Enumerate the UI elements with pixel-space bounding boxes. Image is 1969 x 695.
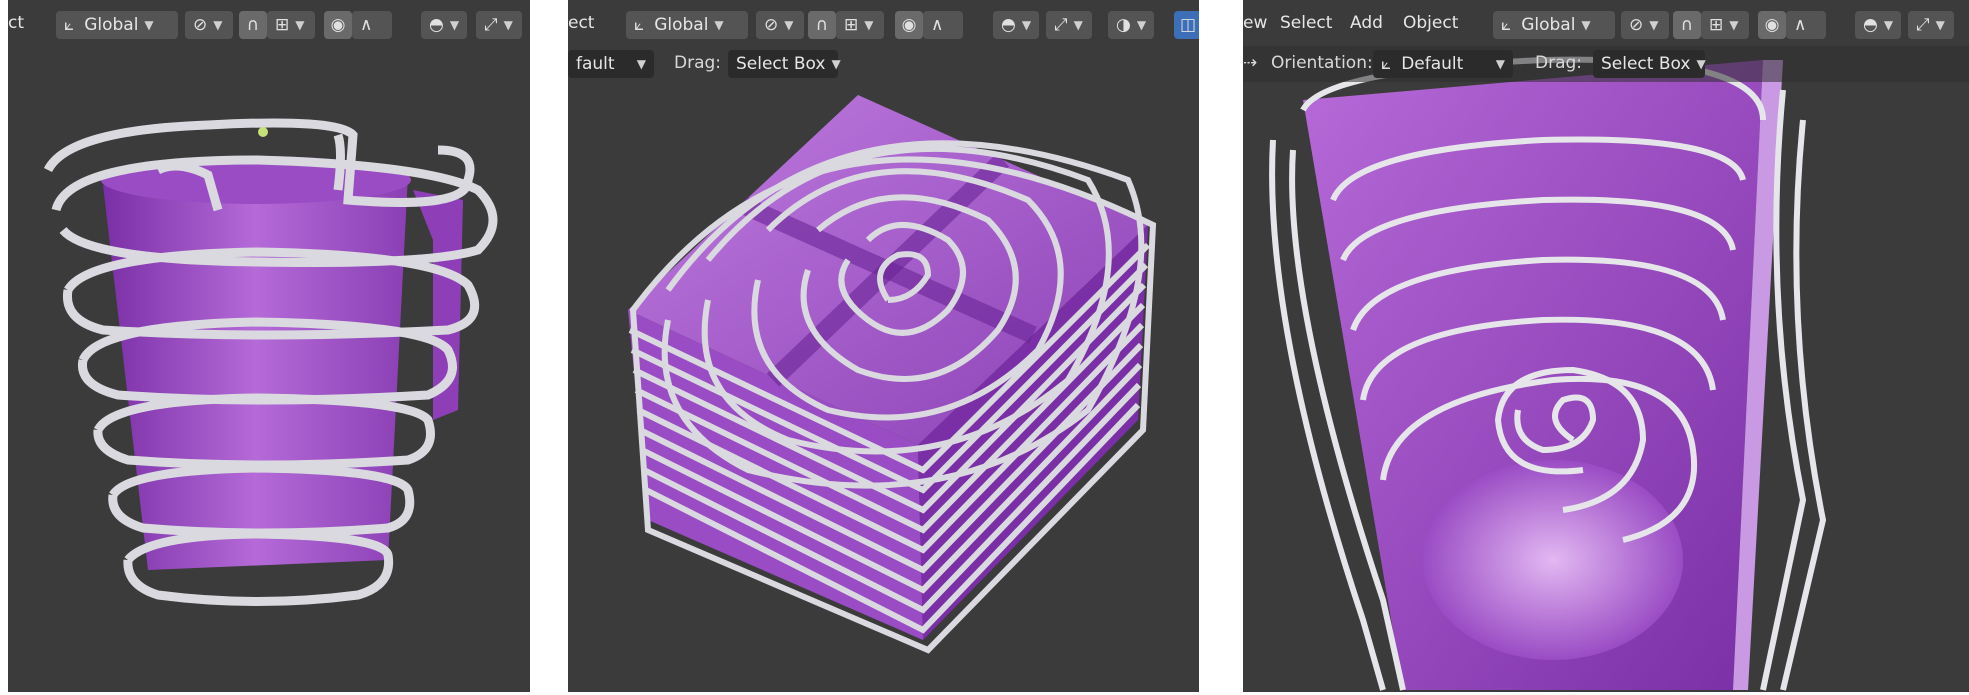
overlay-icon: ◑ [1116,14,1131,35]
snap-increment-icon: ⊞ [1709,14,1724,35]
snap-increment-dropdown[interactable]: ⊞ ▼ [1701,11,1749,39]
snap-toggle[interactable]: ∩ [239,11,267,39]
visibility-icon: ◓ [429,14,444,35]
viewport-panel-1[interactable]: ct ⟀ Global ▼ ⊘ ▼ ∩ ⊞ ▼ ◉ ∧ ◓ ▼ ⤢ ▼ [8,0,530,692]
gizmo-icon: ⤢ [1916,14,1930,35]
funnel-bump [1423,460,1683,660]
transform-orientation-icon: ⟀ [1501,14,1512,35]
proportional-edit-toggle[interactable]: ◉ [895,11,923,39]
menu-object[interactable]: Object [1403,13,1458,33]
link-icon: ⊘ [193,14,208,35]
visibility-dropdown[interactable]: ◓ ▼ [421,11,467,39]
transform-orientation-icon: ⟀ [1381,53,1392,74]
gizmo-icon: ⤢ [1054,14,1068,35]
funnel-scene [1269,56,1827,691]
chevron-down-icon: ▼ [784,18,794,32]
falloff-dropdown[interactable]: ∧ [352,11,392,39]
chevron-down-icon: ▼ [1073,18,1083,32]
chevron-down-icon: ▼ [144,18,154,32]
drag-select-dropdown[interactable]: Select Box ▼ [1593,50,1706,78]
chevron-down-icon: ▼ [1581,18,1591,32]
link-icon: ⊘ [764,14,779,35]
link-icon: ⊘ [1629,14,1644,35]
snap-increment-dropdown[interactable]: ⊞ ▼ [836,11,884,39]
snap-magnet-icon: ∩ [1680,14,1694,35]
proportional-edit-icon: ◉ [1764,14,1780,35]
proportional-edit-icon: ◉ [901,14,917,35]
cube-scene [628,95,1157,654]
visibility-icon: ◓ [1863,14,1878,35]
snap-toggle[interactable]: ∩ [1673,11,1701,39]
gizmo-dropdown[interactable]: ⤢ ▼ [1046,11,1092,39]
drag-select-dropdown[interactable]: Select Box ▼ [728,50,841,78]
snap-magnet-icon: ∩ [246,14,260,35]
falloff-dropdown[interactable]: ∧ [923,11,963,39]
visibility-dropdown[interactable]: ◓ ▼ [1855,11,1901,39]
chevron-down-icon: ▼ [714,18,724,32]
snap-magnet-icon: ∩ [815,14,829,35]
overlay-dropdown[interactable]: ◑ ▼ [1108,11,1154,39]
menu-view[interactable]: ew [1243,13,1267,33]
orientation-dropdown[interactable]: ⟀ Global ▼ [56,11,178,39]
falloff-icon: ∧ [360,14,373,35]
chevron-down-icon: ▼ [1729,18,1739,32]
snap-toggle[interactable]: ∩ [808,11,836,39]
orientation-dropdown[interactable]: ⟀ Global ▼ [1493,11,1615,39]
chevron-down-icon: ▼ [1935,18,1945,32]
gizmo-dropdown[interactable]: ⤢ ▼ [1908,11,1954,39]
gizmo-dropdown[interactable]: ⤢ ▼ [476,11,522,39]
chevron-down-icon: ▼ [831,57,841,71]
proportional-edit-toggle[interactable]: ◉ [324,11,352,39]
pivot-point-button[interactable]: ⊘ ▼ [756,11,804,39]
snap-increment-icon: ⊞ [275,14,290,35]
orientation-dropdown[interactable]: ⟀ Global ▼ [626,11,748,39]
orientation-label: Orientation: [1271,53,1373,73]
menu-add[interactable]: Add [1350,13,1383,33]
visibility-icon: ◓ [1001,14,1016,35]
bucket-scene [43,118,498,606]
menu-object[interactable]: ect [568,13,594,33]
pivot-point-button[interactable]: ⊘ ▼ [1621,11,1669,39]
chevron-down-icon: ▼ [503,18,513,32]
pivot-point-button[interactable]: ⊘ ▼ [185,11,233,39]
viewport-panel-2[interactable]: ect ⟀ Global ▼ ⊘ ▼ ∩ ⊞ ▼ ◉ ∧ ◓ ▼ ⤢ ▼ ◑ ▼ ◫ fa… [568,0,1199,692]
arrow-icon: ⇢ [1243,53,1258,73]
chevron-down-icon: ▼ [213,18,223,32]
transform-orientation-icon: ⟀ [64,14,75,35]
chevron-down-icon: ▼ [1136,18,1147,32]
chevron-down-icon: ▼ [1021,18,1032,32]
xray-icon: ◫ [1179,14,1197,35]
curve-vertex[interactable] [258,127,268,137]
chevron-down-icon: ▼ [295,18,305,32]
menu-object[interactable]: ct [8,13,24,33]
drag-label: Drag: [1535,53,1583,73]
chevron-down-icon: ▼ [1649,18,1659,32]
visibility-dropdown[interactable]: ◓ ▼ [993,11,1039,39]
proportional-edit-icon: ◉ [330,14,346,35]
snap-increment-dropdown[interactable]: ⊞ ▼ [267,11,315,39]
chevron-down-icon: ▼ [864,18,874,32]
xray-toggle[interactable]: ◫ [1174,11,1199,39]
viewport-panel-3[interactable]: ew Select Add Object ⟀ Global ▼ ⊘ ▼ ∩ ⊞ ▼ … [1243,0,1969,692]
gizmo-icon: ⤢ [484,14,498,35]
drag-label: Drag: [674,53,722,73]
proportional-edit-toggle[interactable]: ◉ [1758,11,1786,39]
transform-orientation-icon: ⟀ [634,14,645,35]
chevron-down-icon: ▼ [1883,18,1894,32]
orientation-value-dropdown[interactable]: ⟀ Default ▼ [1373,50,1513,78]
snap-increment-icon: ⊞ [844,14,859,35]
menu-select[interactable]: Select [1280,13,1332,33]
chevron-down-icon: ▼ [449,18,460,32]
falloff-icon: ∧ [931,14,944,35]
orientation-value-dropdown[interactable]: fault ▼ [568,50,654,78]
chevron-down-icon: ▼ [1495,57,1505,71]
falloff-dropdown[interactable]: ∧ [1786,11,1826,39]
bucket-body [103,175,408,570]
chevron-down-icon: ▼ [636,57,646,71]
chevron-down-icon: ▼ [1696,57,1706,71]
falloff-icon: ∧ [1794,14,1807,35]
